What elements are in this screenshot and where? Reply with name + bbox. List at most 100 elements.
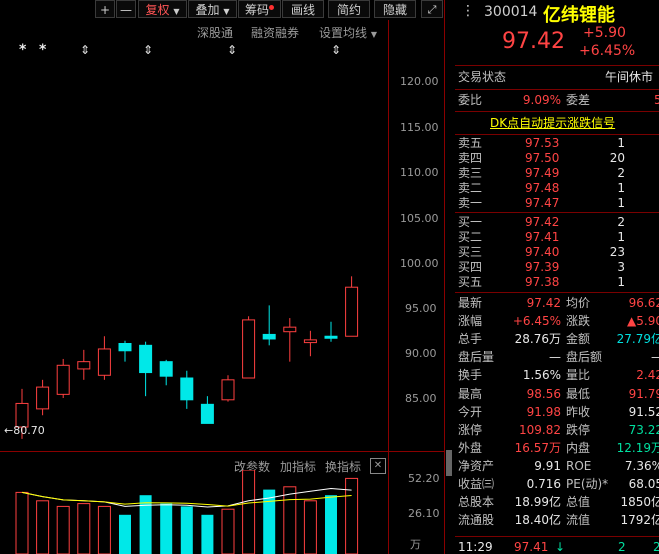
stat-label: 最高 xyxy=(458,386,483,401)
volume-bar[interactable] xyxy=(139,495,152,554)
volume-bar[interactable] xyxy=(97,505,111,554)
volume-bar[interactable] xyxy=(15,491,29,554)
weicha-label: 委差 xyxy=(566,93,591,107)
buy-price: 97.38 xyxy=(525,275,560,289)
stat-value: 97.42 xyxy=(526,296,561,310)
volume-bar[interactable] xyxy=(201,514,214,554)
separator xyxy=(455,536,659,537)
candle-body[interactable] xyxy=(180,377,194,401)
stat-label: 净资产 xyxy=(458,458,495,473)
candle-body[interactable] xyxy=(118,343,132,352)
candle-body[interactable] xyxy=(283,326,297,333)
stat-label: 最低 xyxy=(566,386,591,401)
sell-row[interactable]: 卖四 97.50 20 xyxy=(455,151,659,166)
candle-body[interactable] xyxy=(159,361,173,377)
stat-label: PE(动)* xyxy=(566,477,609,491)
stat-value: +6.45% xyxy=(512,314,561,329)
buy-volume: 2 xyxy=(617,215,625,229)
stat-label: 涨跌 xyxy=(566,314,591,329)
tick-price: 97.41 xyxy=(514,540,549,554)
stat-value: 68.05 xyxy=(628,477,659,491)
pane-divider xyxy=(0,451,445,452)
price-tick: 100.00 xyxy=(400,257,439,270)
stat-value: 1.56% xyxy=(522,368,561,383)
tick-time: 11:29 xyxy=(458,540,493,554)
sell-row[interactable]: 卖五 97.53 1 xyxy=(455,136,659,151)
stat-label: 今开 xyxy=(458,404,483,419)
weibi-label: 委比 xyxy=(458,93,483,107)
candle-body[interactable] xyxy=(303,339,317,344)
volume-bar[interactable] xyxy=(36,500,50,554)
volume-bar[interactable] xyxy=(180,506,193,554)
low-price-value: 80.70 xyxy=(13,424,45,437)
sell-row[interactable]: 卖一 97.47 1 xyxy=(455,196,659,211)
candle-body[interactable] xyxy=(200,403,214,424)
kline-chart-area[interactable]: + — 复权 ▼ 叠加 ▼ 筹码 画线 简约 隐藏 ⤢ 深股通 融资融券 设置均… xyxy=(0,0,452,554)
candle-body[interactable] xyxy=(97,348,111,376)
volume-bar[interactable] xyxy=(119,514,131,554)
buy-row[interactable]: 买五 97.38 1 xyxy=(455,275,659,290)
candle-body[interactable] xyxy=(242,319,256,379)
candle-body[interactable] xyxy=(221,379,235,401)
weibi-row: 委比 9.09% 委差 5 xyxy=(455,91,659,109)
stat-label: 收益㈢ xyxy=(458,477,495,491)
candle-body[interactable] xyxy=(56,364,70,395)
volume-chart[interactable] xyxy=(0,470,389,554)
buy-price: 97.41 xyxy=(525,230,560,244)
volume-bar[interactable] xyxy=(77,503,91,554)
volume-bar[interactable] xyxy=(283,486,297,554)
tick-arrow-icon: ↓ xyxy=(555,540,566,554)
sell-price: 97.49 xyxy=(525,166,560,180)
stat-value: 91.98 xyxy=(526,404,561,419)
buy-row[interactable]: 买二 97.41 1 xyxy=(455,230,659,245)
stat-label: 盘后额 xyxy=(566,350,603,365)
stat-label: 外盘 xyxy=(458,440,483,455)
stat-label: 涨停 xyxy=(458,422,483,437)
stat-label: 流值 xyxy=(566,513,591,528)
volume-bar[interactable] xyxy=(242,470,256,554)
buy-label: 买二 xyxy=(458,230,483,244)
trading-status-row: 交易状态 午间休市 xyxy=(455,68,659,86)
weicha-value: 5 xyxy=(654,93,659,107)
sell-label: 卖一 xyxy=(458,196,483,210)
volume-bar[interactable] xyxy=(56,505,70,554)
stat-value: 98.56 xyxy=(526,386,561,401)
stat-value: 7.36% xyxy=(624,458,659,473)
stat-label: 均价 xyxy=(566,296,591,310)
trading-status-value: 午间休市 xyxy=(605,70,654,84)
separator xyxy=(455,134,659,135)
stock-name: 亿纬锂能 xyxy=(543,5,615,26)
sell-price: 97.53 xyxy=(525,136,560,150)
volume-bar[interactable] xyxy=(303,500,317,554)
price-tick: 105.00 xyxy=(400,212,439,225)
volume-bar[interactable] xyxy=(325,495,337,554)
buy-row[interactable]: 买三 97.40 23 xyxy=(455,245,659,260)
candle-body[interactable] xyxy=(36,386,50,410)
stats-row: 换手 1.56% 量比 2.42 xyxy=(455,366,659,384)
candle-body[interactable] xyxy=(77,361,91,370)
volume-bar[interactable] xyxy=(160,503,173,554)
menu-icon[interactable]: ⋮ xyxy=(461,3,475,19)
expand-icon[interactable]: ⤢ xyxy=(421,0,443,18)
panel-splitter-handle[interactable] xyxy=(446,450,452,476)
volume-bar[interactable] xyxy=(221,508,235,554)
price-change-pct: +6.45% xyxy=(579,43,636,59)
buy-label: 买三 xyxy=(458,245,483,259)
candle-body[interactable] xyxy=(262,333,276,340)
sell-row[interactable]: 卖二 97.48 1 xyxy=(455,181,659,196)
candle-body[interactable] xyxy=(345,286,359,337)
tick-row: 11:29 97.41 ↓ 2 2 xyxy=(455,538,659,554)
candle-body[interactable] xyxy=(139,344,153,374)
current-price: 97.42 xyxy=(502,29,565,54)
buy-row[interactable]: 买四 97.39 3 xyxy=(455,260,659,275)
stats-row: 涨停 109.82 跌停 73.22 xyxy=(455,421,659,439)
candlestick-chart[interactable] xyxy=(0,0,389,450)
sell-row[interactable]: 卖三 97.49 2 xyxy=(455,166,659,181)
sell-price: 97.47 xyxy=(525,196,560,210)
stats-row: 净资产 9.91 ROE 7.36% xyxy=(455,457,659,475)
volume-bar[interactable] xyxy=(263,489,276,554)
price-tick: 110.00 xyxy=(400,166,439,179)
dk-signal-link[interactable]: DK点自动提示涨跌信号 xyxy=(490,114,615,131)
candle-body[interactable] xyxy=(324,335,338,339)
buy-row[interactable]: 买一 97.42 2 xyxy=(455,215,659,230)
